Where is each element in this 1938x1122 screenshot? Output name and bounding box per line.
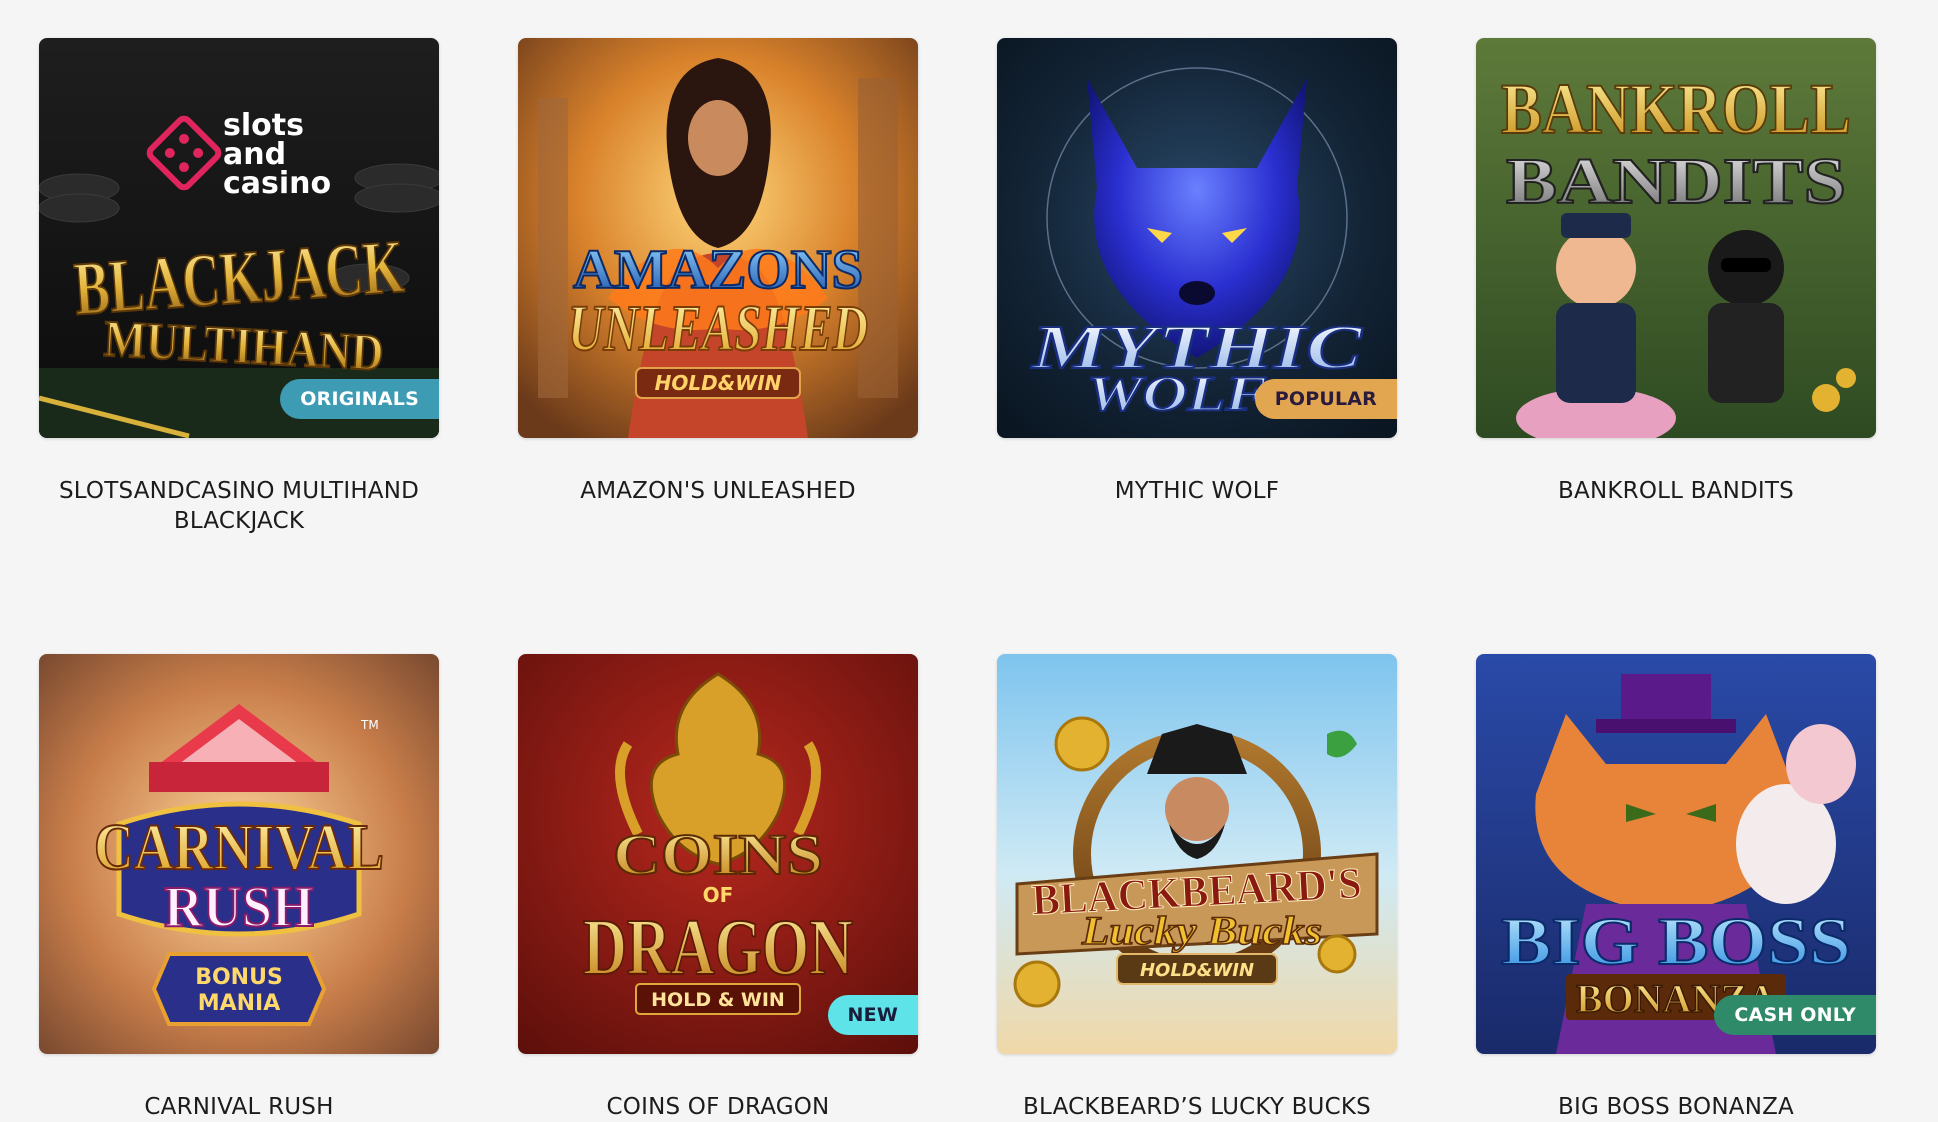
art-text: Lucky Bucks — [1081, 908, 1322, 953]
badge-popular: POPULAR — [1254, 379, 1397, 419]
game-title[interactable]: COINS OF DRAGON — [518, 1092, 918, 1122]
art-text: BIG BOSS — [1501, 903, 1851, 979]
art-text: UNLEASHED — [568, 292, 868, 365]
game-thumbnail[interactable]: BIG BOSS BONANZA CASH ONLY — [1476, 654, 1876, 1054]
badge-cash-only: CASH ONLY — [1714, 995, 1876, 1035]
game-title[interactable]: AMAZON'S UNLEASHED — [518, 476, 918, 506]
game-artwork: COINS OF DRAGON HOLD & WIN — [518, 654, 918, 1054]
game-card[interactable]: BIG BOSS BONANZA CASH ONLY BIG BOSS BONA… — [1476, 654, 1876, 1122]
game-card[interactable]: CARNIVAL RUSH BONUS MANIA TM CARNIVAL RU… — [39, 654, 439, 1122]
game-grid: slots and casino BLACKJACK MULTIHAND ORI… — [39, 38, 1876, 1122]
game-card[interactable]: slots and casino BLACKJACK MULTIHAND ORI… — [39, 38, 439, 536]
game-title[interactable]: SLOTSANDCASINO MULTIHAND BLACKJACK — [39, 476, 439, 536]
game-thumbnail[interactable]: AMAZONS UNLEASHED HOLD&WIN — [518, 38, 918, 438]
art-text: casino — [223, 166, 331, 201]
game-title[interactable]: MYTHIC WOLF — [997, 476, 1397, 506]
game-thumbnail[interactable]: MYTHIC WOLF POPULAR — [997, 38, 1397, 438]
art-text: HOLD&WIN — [655, 371, 782, 395]
art-text: HOLD & WIN — [651, 989, 785, 1011]
game-title[interactable]: BANKROLL BANDITS — [1476, 476, 1876, 506]
game-thumbnail[interactable]: BLACKBEARD'S Lucky Bucks HOLD&WIN — [997, 654, 1397, 1054]
game-title[interactable]: CARNIVAL RUSH — [39, 1092, 439, 1122]
art-text: TM — [360, 718, 379, 732]
game-card[interactable]: AMAZONS UNLEASHED HOLD&WIN AMAZON'S UNLE… — [518, 38, 918, 536]
game-title[interactable]: BLACKBEARD’S LUCKY BUCKS — [997, 1092, 1397, 1122]
game-thumbnail[interactable]: COINS OF DRAGON HOLD & WIN NEW — [518, 654, 918, 1054]
art-text: BANKROLL — [1501, 69, 1851, 149]
game-artwork: CARNIVAL RUSH BONUS MANIA TM — [39, 654, 439, 1054]
game-artwork: AMAZONS UNLEASHED HOLD&WIN — [518, 38, 918, 438]
art-text: DRAGON — [583, 904, 853, 992]
badge-originals: ORIGINALS — [280, 379, 439, 419]
art-text: HOLD&WIN — [1140, 960, 1254, 981]
game-card[interactable]: BANKROLL BANDITS BANKROLL BANDITS — [1476, 38, 1876, 536]
game-artwork: MYTHIC WOLF — [997, 38, 1397, 438]
game-thumbnail[interactable]: slots and casino BLACKJACK MULTIHAND ORI… — [39, 38, 439, 438]
game-card[interactable]: COINS OF DRAGON HOLD & WIN NEW COINS OF … — [518, 654, 918, 1122]
game-artwork: slots and casino BLACKJACK MULTIHAND — [39, 38, 439, 438]
badge-new: NEW — [827, 995, 918, 1035]
art-text: MANIA — [198, 991, 281, 1016]
art-text: COINS — [613, 822, 823, 887]
game-artwork: BANKROLL BANDITS — [1476, 38, 1876, 438]
art-text: WOLF — [1087, 365, 1267, 421]
game-card[interactable]: MYTHIC WOLF POPULAR MYTHIC WOLF — [997, 38, 1397, 536]
game-title[interactable]: BIG BOSS BONANZA — [1476, 1092, 1876, 1122]
art-text: BONUS — [195, 965, 283, 990]
game-thumbnail[interactable]: BANKROLL BANDITS — [1476, 38, 1876, 438]
game-artwork: BIG BOSS BONANZA — [1476, 654, 1876, 1054]
game-artwork: BLACKBEARD'S Lucky Bucks HOLD&WIN — [997, 654, 1397, 1054]
art-text: BANDITS — [1506, 145, 1846, 218]
game-card[interactable]: BLACKBEARD'S Lucky Bucks HOLD&WIN BLACKB… — [997, 654, 1397, 1122]
game-thumbnail[interactable]: CARNIVAL RUSH BONUS MANIA TM — [39, 654, 439, 1054]
art-text: RUSH — [164, 874, 314, 939]
